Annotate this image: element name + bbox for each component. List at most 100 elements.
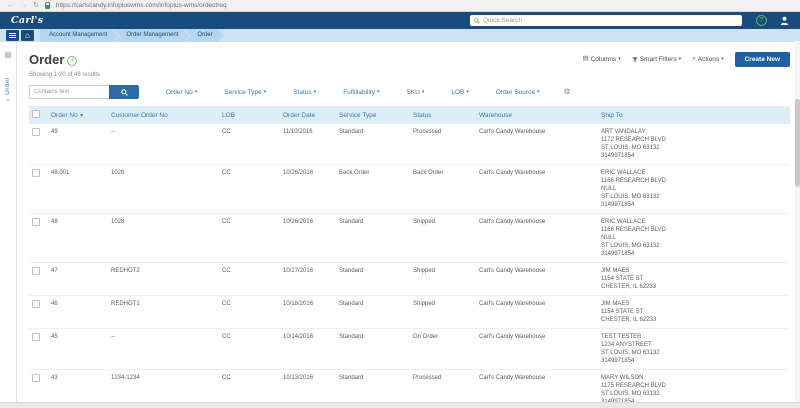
breadcrumb-item[interactable]: Order Management xyxy=(113,29,189,42)
table-row[interactable]: 49--CC11/10/2016StandardProcessedCarl's … xyxy=(29,124,790,165)
row-checkbox[interactable] xyxy=(32,333,40,341)
body-area: ▦ Order × Order+ Showing 1-20 of 48 resu… xyxy=(0,42,800,408)
cell-order-date: 10/18/2016 xyxy=(280,296,336,329)
cell-order-date: 10/26/2016 xyxy=(280,214,336,263)
help-icon[interactable]: ? xyxy=(756,15,767,26)
refresh-icon[interactable]: ↻ xyxy=(33,2,39,9)
breadcrumb-bar: ⌂ Account ManagementOrder ManagementOrde… xyxy=(0,29,800,42)
ship-to-line: ART VANDALAY xyxy=(601,128,787,136)
pinned-tab-order[interactable]: Order × xyxy=(5,77,11,104)
user-icon[interactable] xyxy=(780,16,789,25)
chevron-down-icon: ▾ xyxy=(679,57,682,62)
filter-dropdown-lob[interactable]: LOB▾ xyxy=(451,89,469,96)
actions-button[interactable]: » Actions ▾ xyxy=(692,56,723,63)
row-checkbox[interactable] xyxy=(32,218,40,226)
columns-icon: ▤ xyxy=(582,56,588,63)
vertical-scrollbar[interactable] xyxy=(795,41,800,403)
quick-search-input[interactable] xyxy=(483,16,738,25)
filter-dropdown-order-source[interactable]: Order Source▾ xyxy=(496,89,540,96)
home-icon: ⌂ xyxy=(25,32,30,40)
smart-filters-button[interactable]: Smart Filters ▾ xyxy=(632,56,681,63)
home-button[interactable]: ⌂ xyxy=(21,30,34,41)
row-checkbox[interactable] xyxy=(32,169,40,177)
row-checkbox[interactable] xyxy=(32,128,40,136)
ship-to-line: ST LOUIS, MO 63132 xyxy=(601,390,787,398)
add-icon[interactable]: + xyxy=(67,56,77,66)
gear-icon[interactable]: ⚙ xyxy=(563,88,570,96)
ship-to-line: ST LOUIS, MO 63132 xyxy=(601,242,787,250)
title-block: Order+ Showing 1-20 of 48 results xyxy=(29,51,100,78)
table-header-row: Order No ▼Customer Order NoLOBOrder Date… xyxy=(29,106,790,124)
select-all-checkbox[interactable] xyxy=(32,110,40,118)
column-header-warehouse[interactable]: Warehouse xyxy=(476,106,598,124)
chevron-down-icon: ▾ xyxy=(314,90,317,95)
column-header-order-date[interactable]: Order Date xyxy=(280,106,336,124)
ssl-lock-icon xyxy=(45,5,50,9)
funnel-icon xyxy=(632,57,638,63)
table-row[interactable]: 45--CC10/14/2016StandardOn OrderCarl's C… xyxy=(29,329,790,370)
row-checkbox[interactable] xyxy=(32,267,40,275)
address-bar[interactable]: https://carlscandy.infopluswms.com/infop… xyxy=(56,2,227,9)
row-checkbox-cell xyxy=(29,165,48,214)
columns-button[interactable]: ▤ Columns ▾ xyxy=(582,56,620,63)
menu-button[interactable] xyxy=(6,30,19,41)
ship-to-line: 1172 RESEARCH BLVD xyxy=(601,136,787,144)
cell-service-type: Standard xyxy=(336,263,410,296)
ship-to-line: 1166 RESEARCH BLVD xyxy=(601,177,787,185)
quick-search[interactable] xyxy=(470,15,742,26)
cell-warehouse: Carl's Candy Warehouse xyxy=(476,214,598,263)
scrollbar-thumb[interactable] xyxy=(795,99,800,187)
cell-status: Shipped xyxy=(410,214,476,263)
ship-to-line: 1234 ANYSTREET xyxy=(601,341,787,349)
chevron-down-icon: ▾ xyxy=(537,90,540,95)
cell-status: Shipped xyxy=(410,263,476,296)
cell-customer-order-no: REDHOT2 xyxy=(108,263,219,296)
main-content: Order+ Showing 1-20 of 48 results ▤ Colu… xyxy=(17,42,800,408)
filter-dropdown-fulfillability[interactable]: Fulfillability▾ xyxy=(343,89,379,96)
filter-dropdown-sku[interactable]: SKU▾ xyxy=(407,89,425,96)
cell-warehouse: Carl's Candy Warehouse xyxy=(476,263,598,296)
table-row[interactable]: 47REDHOT2CC10/27/2016StandardShippedCarl… xyxy=(29,263,790,296)
column-header-customer-order-no[interactable]: Customer Order No xyxy=(108,106,219,124)
column-header-lob[interactable]: LOB xyxy=(219,106,280,124)
cell-customer-order-no: REDHOT1 xyxy=(108,296,219,329)
filter-dropdown-order-no[interactable]: Order No▾ xyxy=(166,89,197,96)
filter-dropdown-status[interactable]: Status▾ xyxy=(293,89,316,96)
row-checkbox-cell xyxy=(29,296,48,329)
grid-icon[interactable]: ▦ xyxy=(4,51,12,59)
search-submit-button[interactable] xyxy=(109,85,139,99)
carls-logo[interactable]: Carl's xyxy=(11,15,43,26)
close-icon[interactable]: × xyxy=(6,98,10,104)
cell-warehouse: Carl's Candy Warehouse xyxy=(476,329,598,370)
ship-to-line: JIM MAES xyxy=(601,300,787,308)
cell-lob: CC xyxy=(219,263,280,296)
ship-to-line: ERIC WALLACE xyxy=(601,218,787,226)
ship-to-line: 3149971854 xyxy=(601,357,787,365)
cell-ship-to: ERIC WALLACE1166 RESEARCH BLVDNULLST LOU… xyxy=(598,165,790,214)
cell-order-date: 10/26/2016 xyxy=(280,165,336,214)
column-header-status[interactable]: Status xyxy=(410,106,476,124)
breadcrumb-item[interactable]: Account Management xyxy=(40,29,118,42)
select-all-header xyxy=(29,106,48,124)
contains-text-input[interactable] xyxy=(29,85,109,99)
column-header-order-no[interactable]: Order No ▼ xyxy=(48,106,108,124)
chevron-down-icon: ▾ xyxy=(377,90,380,95)
table-row[interactable]: 481028CC10/26/2016StandardShippedCarl's … xyxy=(29,214,790,263)
forward-icon[interactable]: → xyxy=(20,2,27,9)
cell-customer-order-no: -- xyxy=(108,124,219,165)
filter-dropdown-service-type[interactable]: Service Type▾ xyxy=(224,89,266,96)
row-checkbox[interactable] xyxy=(32,300,40,308)
back-icon[interactable]: ← xyxy=(7,2,14,9)
cell-ship-to: TEST TESTER1234 ANYSTREETST LOUIS, MO 63… xyxy=(598,329,790,370)
create-new-button[interactable]: Create New xyxy=(735,52,790,67)
app-header: Carl's ? xyxy=(0,12,800,29)
row-checkbox[interactable] xyxy=(32,374,40,382)
column-header-ship-to[interactable]: Ship To xyxy=(598,106,790,124)
title-row: Order+ Showing 1-20 of 48 results ▤ Colu… xyxy=(29,51,790,78)
cell-customer-order-no: 1028 xyxy=(108,165,219,214)
table-row[interactable]: 46REDHOT1CC10/18/2016StandardShippedCarl… xyxy=(29,296,790,329)
column-header-service-type[interactable]: Service Type xyxy=(336,106,410,124)
ship-to-line: ST LOUIS, MO 63132 xyxy=(601,349,787,357)
table-row[interactable]: 48.0011028CC10/26/2016Back OrderBack Ord… xyxy=(29,165,790,214)
breadcrumb-item[interactable]: Order xyxy=(184,29,223,42)
